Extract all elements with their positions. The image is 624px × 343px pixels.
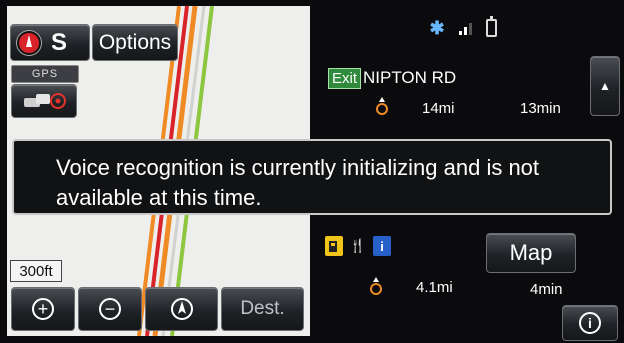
route-icon bbox=[370, 277, 382, 295]
compass-icon bbox=[17, 30, 41, 55]
exit-distance: 14mi bbox=[422, 100, 455, 117]
next-duration: 4min bbox=[530, 281, 563, 298]
zoom-out-icon: − bbox=[99, 298, 121, 320]
info-circle-icon: i bbox=[579, 312, 601, 334]
zoom-in-icon: + bbox=[32, 298, 54, 320]
info-icon[interactable]: i bbox=[373, 236, 391, 256]
traffic-button[interactable] bbox=[11, 84, 77, 118]
fuel-icon[interactable] bbox=[325, 236, 343, 256]
battery-icon bbox=[485, 16, 497, 37]
signal-icon bbox=[458, 21, 472, 35]
next-distance: 4.1mi bbox=[416, 279, 453, 296]
next-exit-panel[interactable]: Exit NIPTON RD 14mi 13min bbox=[318, 58, 582, 128]
map-button[interactable]: Map bbox=[486, 233, 576, 273]
navigation-screen: S Options GPS 300ft + − Dest. ✱ Exit NIP… bbox=[0, 0, 624, 343]
compass-button[interactable]: S bbox=[10, 24, 90, 61]
zoom-in-button[interactable]: + bbox=[11, 287, 75, 331]
traffic-icon bbox=[24, 93, 66, 109]
status-bar: ✱ bbox=[318, 8, 608, 48]
gps-badge: GPS bbox=[11, 65, 79, 83]
exit-tag: Exit bbox=[328, 68, 362, 89]
options-button[interactable]: Options bbox=[92, 24, 178, 61]
orientation-icon bbox=[170, 298, 193, 320]
scroll-up-button[interactable]: ▲ bbox=[590, 56, 620, 116]
route-icon bbox=[376, 97, 388, 115]
orientation-button[interactable] bbox=[145, 287, 218, 331]
street-name: NIPTON RD bbox=[363, 68, 457, 87]
exit-duration: 13min bbox=[520, 100, 561, 117]
poi-row: 🍴 i bbox=[325, 236, 391, 256]
heading-label: S bbox=[51, 28, 68, 56]
bluetooth-icon: ✱ bbox=[429, 17, 445, 38]
food-icon[interactable]: 🍴 bbox=[349, 236, 367, 256]
info-button[interactable]: i bbox=[562, 305, 618, 341]
voice-recognition-alert: Voice recognition is currently initializ… bbox=[12, 139, 612, 215]
zoom-out-button[interactable]: − bbox=[78, 287, 142, 331]
destination-button[interactable]: Dest. bbox=[221, 287, 304, 331]
map-scale: 300ft bbox=[10, 260, 62, 282]
